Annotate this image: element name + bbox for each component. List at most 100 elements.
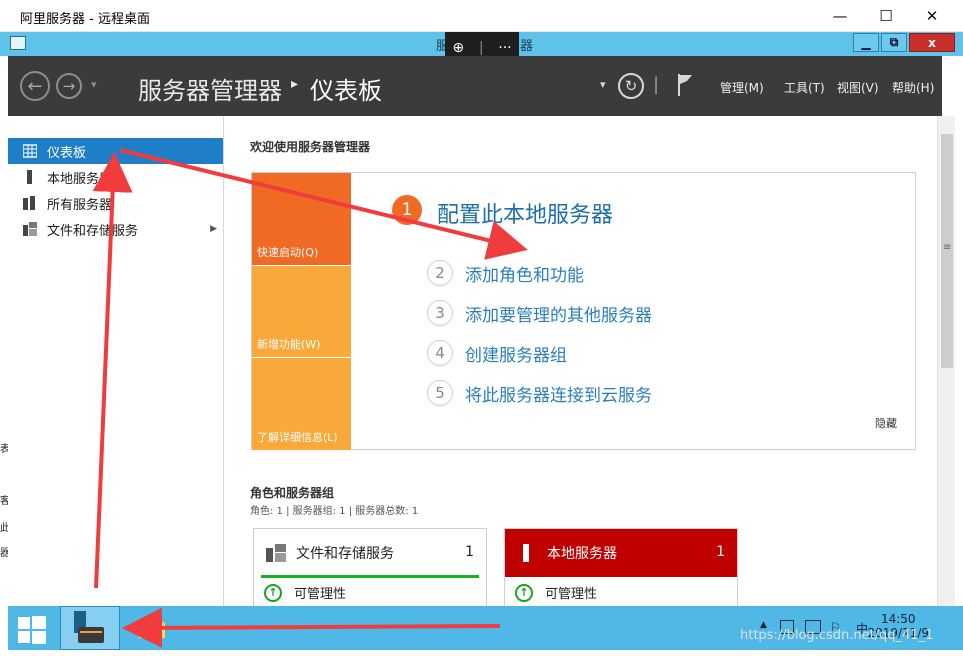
sidebar-item-label: 所有服务器	[47, 197, 113, 213]
more-options-icon[interactable]: ···	[498, 40, 511, 56]
maximize-button[interactable]: ☐	[863, 0, 909, 32]
server-icon	[521, 544, 531, 562]
hide-link[interactable]: 隐藏	[875, 415, 897, 431]
card-header: 本地服务器 1	[505, 529, 737, 577]
tile-whats-new[interactable]: 新增功能(W)	[252, 266, 351, 357]
background-fragment: 器	[0, 548, 8, 559]
file-storage-icon	[23, 222, 37, 236]
history-dropdown-icon[interactable]: ▾	[91, 78, 97, 91]
menu-view[interactable]: 视图(V)	[837, 79, 879, 96]
server-manager-title-right: 器	[520, 39, 534, 54]
menu-help[interactable]: 帮助(H)	[892, 79, 934, 96]
step-number-circle: 4	[427, 340, 453, 366]
card-count: 1	[716, 544, 725, 560]
refresh-dropdown-icon[interactable]: ▾	[600, 78, 606, 91]
step-link[interactable]: 添加要管理的其他服务器	[465, 301, 652, 326]
step-connect-cloud[interactable]: 5 将此服务器连接到云服务	[427, 379, 652, 407]
server-manager-app-icon	[10, 36, 26, 50]
step-link[interactable]: 添加角色和功能	[465, 261, 584, 286]
manageability-row[interactable]: ↑ 可管理性	[515, 583, 597, 602]
status-label: 可管理性	[545, 587, 598, 602]
card-status-bar	[261, 575, 479, 578]
taskbar-server-manager-button[interactable]	[60, 606, 120, 650]
menu-manage[interactable]: 管理(M)	[720, 79, 764, 96]
background-fragment: 客	[0, 496, 8, 507]
minimize-button[interactable]: —	[817, 0, 863, 32]
rdp-title-bar: 阿里服务器 - 远程桌面 — ☐ ✕	[0, 0, 963, 32]
servers-icon	[23, 196, 37, 210]
remote-desktop-window: 阿里服务器 - 远程桌面 — ☐ ✕ 服 器 ▁ ⧉ x ⊕ | ··· 表 客…	[0, 0, 963, 656]
back-button[interactable]: ←	[20, 71, 50, 101]
clock-time: 14:50	[880, 612, 916, 626]
windows-logo-icon	[18, 616, 46, 644]
refresh-icon: ↻	[624, 77, 638, 95]
forward-button[interactable]: →	[56, 73, 82, 99]
step-number-circle: 3	[427, 300, 453, 326]
navigation-sidebar: 仪表板 本地服务器 所有服务器 文件和存储服务 ▶	[8, 116, 224, 606]
notifications-flag-icon[interactable]	[676, 72, 694, 98]
roles-summary: 角色: 1 | 服务器组: 1 | 服务器总数: 1	[250, 506, 419, 517]
rdp-window-title: 阿里服务器 - 远程桌面	[20, 12, 150, 27]
manageability-row[interactable]: ↑ 可管理性	[264, 583, 346, 602]
breadcrumb-root[interactable]: 服务器管理器	[138, 71, 282, 106]
server-manager-header: ← → ▾ 服务器管理器 ▸ 仪表板 ▾ ↻ | 管理(M) 工具(T) 视图(…	[8, 56, 942, 116]
step-link[interactable]: 将此服务器连接到云服务	[465, 381, 652, 406]
expand-arrow-icon[interactable]: ▶	[210, 224, 217, 234]
step-number-circle: 2	[427, 260, 453, 286]
start-button[interactable]	[18, 616, 46, 644]
menu-tools[interactable]: 工具(T)	[784, 79, 825, 96]
server-restore-button[interactable]: ⧉	[881, 33, 907, 52]
configure-local-server-link[interactable]: 配置此本地服务器	[437, 197, 613, 229]
server-minimize-button[interactable]: ▁	[853, 33, 879, 52]
dashboard-grid-icon	[22, 144, 38, 158]
sidebar-item-label: 本地服务器	[47, 171, 113, 187]
zoom-icon[interactable]: ⊕	[452, 40, 464, 56]
header-divider: |	[653, 74, 660, 95]
server-icon	[23, 170, 37, 184]
card-count: 1	[465, 544, 474, 560]
card-title: 文件和存储服务	[296, 546, 394, 562]
step-add-roles[interactable]: 2 添加角色和功能	[427, 259, 584, 287]
sidebar-item-file-storage[interactable]: 文件和存储服务 ▶	[8, 216, 223, 242]
folder-icon	[139, 619, 165, 638]
roles-section-title: 角色和服务器组	[250, 486, 335, 500]
file-explorer-button[interactable]	[138, 615, 166, 639]
role-card-file-storage[interactable]: 文件和存储服务 1 ↑ 可管理性	[253, 528, 487, 608]
ok-status-icon: ↑	[264, 583, 282, 602]
breadcrumb-separator: ▸	[291, 76, 299, 92]
server-manager-icon	[74, 611, 104, 643]
tile-learn-more[interactable]: 了解详细信息(L)	[252, 358, 351, 450]
tile-label: 快速启动(Q)	[257, 246, 319, 259]
welcome-title: 欢迎使用服务器管理器	[250, 140, 371, 154]
quick-start-panel: 快速启动(Q) 新增功能(W) 了解详细信息(L) 1 配置此本地服务器 2 添…	[251, 172, 916, 450]
tile-quick-start[interactable]: 快速启动(Q)	[252, 173, 351, 265]
background-fragment: 表	[0, 444, 8, 455]
ok-status-icon: ↑	[515, 583, 533, 602]
status-label: 可管理性	[294, 587, 347, 602]
toolbar-separator: |	[478, 40, 484, 56]
tile-label: 了解详细信息(L)	[257, 431, 338, 444]
file-storage-icon	[266, 544, 286, 562]
step-create-group[interactable]: 4 创建服务器组	[427, 339, 567, 367]
blog-watermark: https://blog.csdn.net/qq_41_1	[740, 628, 934, 643]
vertical-scrollbar[interactable]: ≡	[937, 116, 955, 606]
step-number-circle: 5	[427, 380, 453, 406]
step-number-badge: 1	[392, 195, 422, 225]
tile-label: 新增功能(W)	[257, 338, 321, 351]
sidebar-item-local-server[interactable]: 本地服务器	[8, 164, 223, 190]
step-link[interactable]: 创建服务器组	[465, 341, 567, 366]
step-add-servers[interactable]: 3 添加要管理的其他服务器	[427, 299, 652, 327]
close-button[interactable]: ✕	[909, 0, 955, 32]
card-header: 文件和存储服务 1	[254, 529, 486, 577]
back-arrow-icon: ←	[27, 75, 43, 97]
background-fragment: 此	[0, 523, 8, 534]
scrollbar-grip-icon: ≡	[943, 242, 952, 253]
role-card-local-server[interactable]: 本地服务器 1 ↑ 可管理性	[504, 528, 738, 608]
sidebar-item-all-servers[interactable]: 所有服务器	[8, 190, 223, 216]
dashboard-main: 欢迎使用服务器管理器 快速启动(Q) 新增功能(W) 了解详细信息(L) 1 配…	[225, 116, 937, 608]
sidebar-item-dashboard[interactable]: 仪表板	[8, 138, 223, 164]
sidebar-item-label: 文件和存储服务	[47, 223, 139, 239]
refresh-button[interactable]: ↻	[618, 73, 644, 99]
card-title: 本地服务器	[547, 546, 617, 562]
server-close-button[interactable]: x	[909, 33, 955, 52]
